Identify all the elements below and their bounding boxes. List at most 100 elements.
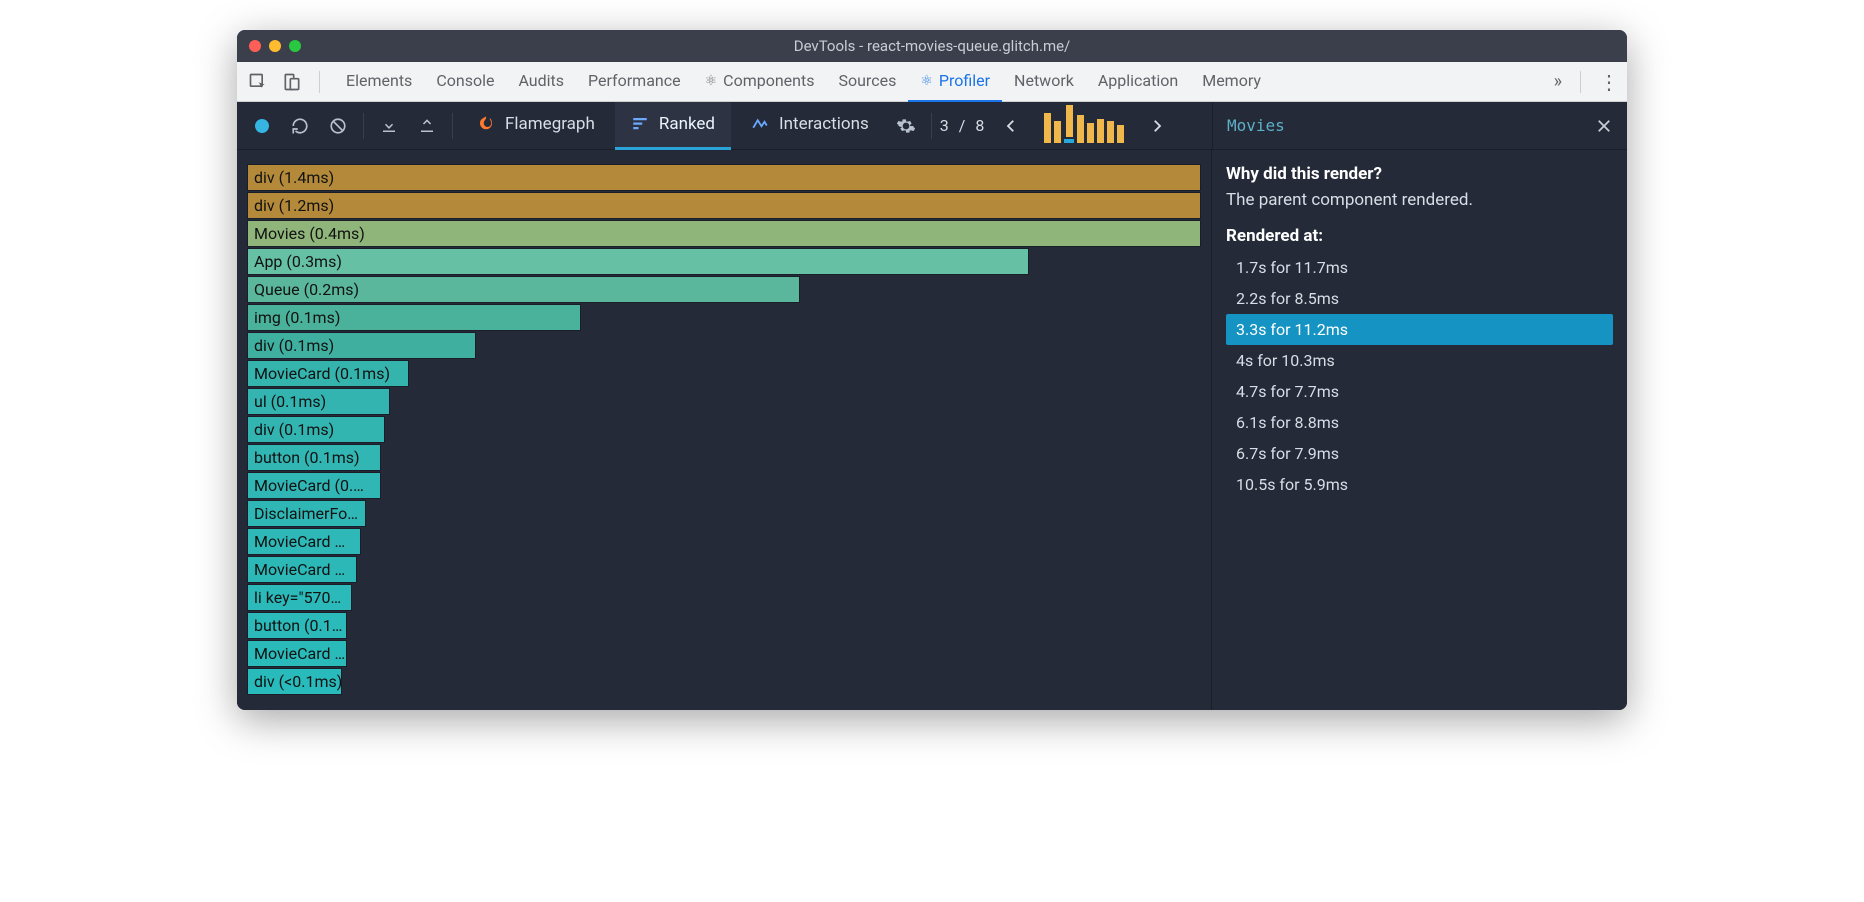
side-panel-header: Movies: [1212, 102, 1627, 150]
commit-separator: /: [959, 116, 966, 135]
separator: [931, 113, 932, 139]
ranked-icon: [631, 115, 649, 133]
prev-commit-button[interactable]: [994, 107, 1028, 145]
tab-interactions-label: Interactions: [779, 114, 869, 134]
commit-bar-chart[interactable]: [1044, 109, 1124, 143]
ranked-bar-row: MovieCard (0.…: [247, 472, 1201, 499]
ranked-bar-row: DisclaimerFo…: [247, 500, 1201, 527]
tab-performance[interactable]: Performance: [576, 62, 693, 102]
tab-console[interactable]: Console: [424, 62, 506, 102]
close-side-panel-button[interactable]: [1595, 117, 1613, 135]
commit-current: 3: [940, 116, 949, 135]
tab-audits[interactable]: Audits: [506, 62, 576, 102]
commit-bar[interactable]: [1097, 119, 1104, 143]
ranked-bar-label: ul (0.1ms): [254, 392, 326, 411]
flame-icon: [477, 115, 495, 133]
ranked-bar[interactable]: MovieCard …: [247, 640, 347, 667]
ranked-bar[interactable]: div (1.4ms): [247, 164, 1201, 191]
tab-memory[interactable]: Memory: [1190, 62, 1273, 102]
ranked-bar[interactable]: Queue (0.2ms): [247, 276, 800, 303]
ranked-bar-row: MovieCard …: [247, 640, 1201, 667]
clear-button[interactable]: [321, 107, 355, 145]
tab-label: Profiler: [939, 71, 990, 90]
separator: [452, 113, 453, 139]
commit-selected-marker: [1064, 139, 1074, 143]
ranked-bar[interactable]: MovieCard …: [247, 556, 357, 583]
titlebar: DevTools - react-movies-queue.glitch.me/: [237, 30, 1627, 62]
tab-interactions[interactable]: Interactions: [735, 102, 885, 150]
tab-application[interactable]: Application: [1086, 62, 1190, 102]
render-time-item[interactable]: 4s for 10.3ms: [1226, 345, 1613, 376]
kebab-menu-icon[interactable]: ⋮: [1599, 70, 1619, 94]
tab-label: Sources: [838, 71, 896, 90]
tab-profiler[interactable]: ⚛Profiler: [908, 62, 1002, 102]
ranked-bar-label: li key="570…: [254, 588, 341, 607]
render-time-item[interactable]: 6.1s for 8.8ms: [1226, 407, 1613, 438]
ranked-bar[interactable]: div (0.1ms): [247, 332, 476, 359]
render-times-list: 1.7s for 11.7ms2.2s for 8.5ms3.3s for 11…: [1226, 252, 1613, 500]
commit-bar[interactable]: [1087, 123, 1094, 143]
ranked-bar-row: li key="570…: [247, 584, 1201, 611]
ranked-bar[interactable]: div (<0.1ms): [247, 668, 342, 695]
overflow-chevron-icon[interactable]: »: [1554, 71, 1562, 92]
ranked-bar[interactable]: MovieCard …: [247, 528, 361, 555]
ranked-bar[interactable]: DisclaimerFo…: [247, 500, 366, 527]
divider: [1580, 71, 1581, 93]
rendered-at-heading: Rendered at:: [1226, 226, 1613, 246]
ranked-bar[interactable]: MovieCard (0.1ms): [247, 360, 409, 387]
window-title: DevTools - react-movies-queue.glitch.me/: [237, 37, 1627, 55]
commit-bar[interactable]: [1077, 115, 1084, 143]
ranked-bar-label: MovieCard …: [254, 644, 345, 663]
tab-elements[interactable]: Elements: [334, 62, 424, 102]
commit-bar[interactable]: [1066, 105, 1073, 137]
ranked-bar[interactable]: MovieCard (0.…: [247, 472, 381, 499]
ranked-bar[interactable]: button (0.1ms): [247, 444, 381, 471]
profiler-body: div (1.4ms) div (1.2ms)Movies (0.4ms) App …: [237, 150, 1627, 710]
commit-bar[interactable]: [1117, 125, 1124, 143]
import-button[interactable]: [372, 107, 406, 145]
tab-ranked[interactable]: Ranked: [615, 102, 731, 150]
ranked-bar-label: button (0.1…: [254, 616, 342, 635]
ranked-bar-label: App (0.3ms): [254, 252, 342, 271]
record-button[interactable]: [245, 107, 279, 145]
ranked-bar-label: div (1.4ms): [254, 168, 334, 187]
ranked-bar[interactable]: li key="570…: [247, 584, 352, 611]
reload-button[interactable]: [283, 107, 317, 145]
tab-flamegraph[interactable]: Flamegraph: [461, 102, 611, 150]
settings-button[interactable]: [889, 107, 923, 145]
commit-bar[interactable]: [1107, 121, 1114, 143]
render-time-item[interactable]: 1.7s for 11.7ms: [1226, 252, 1613, 283]
commit-bar[interactable]: [1044, 113, 1051, 143]
ranked-bar-label: DisclaimerFo…: [254, 504, 358, 523]
ranked-bar[interactable]: img (0.1ms): [247, 304, 581, 331]
device-toolbar-icon[interactable]: [279, 69, 305, 95]
export-button[interactable]: [410, 107, 444, 145]
side-panel: Why did this render? The parent componen…: [1212, 150, 1627, 710]
close-window-button[interactable]: [249, 40, 261, 52]
next-commit-button[interactable]: [1140, 107, 1174, 145]
render-time-item[interactable]: 2.2s for 8.5ms: [1226, 283, 1613, 314]
ranked-bar-label: div (<0.1ms): [254, 672, 342, 691]
ranked-bar-row: ul (0.1ms): [247, 388, 1201, 415]
commit-navigator: 3 / 8: [940, 107, 1175, 145]
tab-flamegraph-label: Flamegraph: [505, 114, 595, 134]
tab-components[interactable]: ⚛Components: [693, 62, 827, 102]
render-time-item[interactable]: 3.3s for 11.2ms: [1226, 314, 1613, 345]
tab-sources[interactable]: Sources: [826, 62, 908, 102]
ranked-bar[interactable]: ul (0.1ms): [247, 388, 390, 415]
ranked-bar[interactable]: Movies (0.4ms): [247, 220, 1201, 247]
tab-label: Network: [1014, 71, 1074, 90]
ranked-bar[interactable]: App (0.3ms): [247, 248, 1029, 275]
tab-network[interactable]: Network: [1002, 62, 1086, 102]
ranked-bar[interactable]: div (0.1ms): [247, 416, 385, 443]
render-time-item[interactable]: 4.7s for 7.7ms: [1226, 376, 1613, 407]
inspect-element-icon[interactable]: [245, 69, 271, 95]
maximize-window-button[interactable]: [289, 40, 301, 52]
render-time-item[interactable]: 6.7s for 7.9ms: [1226, 438, 1613, 469]
minimize-window-button[interactable]: [269, 40, 281, 52]
commit-bar[interactable]: [1054, 121, 1061, 143]
ranked-bar-label: button (0.1ms): [254, 448, 360, 467]
render-time-item[interactable]: 10.5s for 5.9ms: [1226, 469, 1613, 500]
ranked-bar[interactable]: div (1.2ms): [247, 192, 1201, 219]
ranked-bar[interactable]: button (0.1…: [247, 612, 347, 639]
